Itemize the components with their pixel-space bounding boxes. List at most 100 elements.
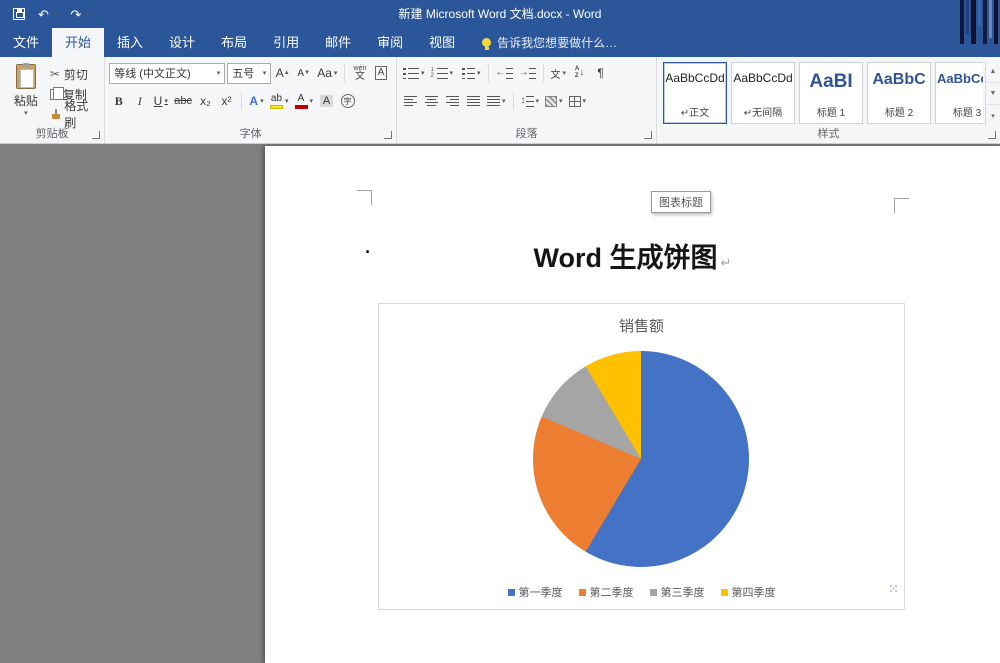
bold-button[interactable]: B [109,91,128,112]
style-no-spacing[interactable]: AaBbCcDd ↵无间隔 [731,62,795,124]
font-size-value: 五号 [232,65,254,81]
chart-legend: 第一季度 第二季度 第三季度 第四季度 [379,584,904,600]
paste-clipboard-icon [16,64,36,89]
document-title: Word 生成饼图↵ [265,236,1000,275]
tab-references[interactable]: 引用 [260,28,312,57]
tab-design[interactable]: 设计 [156,28,208,57]
multilevel-list-button[interactable]: ▾ [457,63,483,84]
align-center-button[interactable] [422,91,441,112]
bullets-icon [403,68,406,79]
character-shading-button[interactable]: A [317,91,336,112]
paste-button[interactable]: 粘贴 ▾ [4,61,48,126]
change-case-button[interactable]: Aa▾ [315,63,339,84]
character-border-button[interactable]: A [371,63,390,84]
styles-gallery-scroll: ▲ ▼ ▾ [985,61,1000,126]
tab-insert[interactable]: 插入 [104,28,156,57]
decrease-indent-button[interactable]: ← [494,63,515,84]
sort-button[interactable]: AZ ↓ [570,63,589,84]
clipboard-dialog-launcher-icon[interactable] [92,131,100,139]
undo-icon[interactable]: ↶ [38,8,49,21]
justify-icon [467,96,480,107]
style-normal[interactable]: AaBbCcDd ↵正文 [663,62,727,124]
styles-scroll-up-icon[interactable]: ▲ [986,61,1000,82]
increase-indent-button[interactable]: → [517,63,538,84]
highlight-color-button[interactable]: ab ▾ [268,91,291,112]
font-size-combo[interactable]: 五号 ▾ [227,63,271,84]
styles-more-icon[interactable]: ▾ [986,104,1000,126]
legend-swatch [650,589,657,596]
font-name-combo[interactable]: 等线 (中文正文) ▾ [109,63,225,84]
qat-customize-icon[interactable]: ▾ [86,10,90,18]
window-title: 新建 Microsoft Word 文档.docx - Word [200,0,800,28]
tab-view[interactable]: 视图 [416,28,468,57]
tab-home[interactable]: 开始 [52,28,104,57]
legend-swatch [508,589,515,596]
underline-button[interactable]: U▾ [151,91,170,112]
tab-layout[interactable]: 布局 [208,28,260,57]
paragraph-dialog-launcher-icon[interactable] [644,131,652,139]
style-heading-1[interactable]: AaBI 标题 1 [799,62,863,124]
redo-icon[interactable]: ↷ [70,8,81,21]
subscript-button[interactable]: x₂ [196,91,215,112]
chart-title-tooltip: 图表标题 [651,191,711,213]
align-left-button[interactable] [401,91,420,112]
font-dialog-launcher-icon[interactable] [384,131,392,139]
shading-button[interactable]: ▾ [543,91,565,112]
tell-me-box[interactable]: 告诉我您想要做什么… [482,28,617,57]
tab-mailings[interactable]: 邮件 [312,28,364,57]
legend-label: 第三季度 [661,584,705,600]
distribute-button[interactable]: ▾ [485,91,508,112]
enclose-characters-button[interactable]: 字 [338,91,357,112]
italic-button[interactable]: I [130,91,149,112]
style-heading-2[interactable]: AaBbC 标题 2 [867,62,931,124]
align-right-button[interactable] [443,91,462,112]
superscript-button[interactable]: x² [217,91,236,112]
styles-dialog-launcher-icon[interactable] [988,131,996,139]
group-styles: AaBbCcDd ↵正文 AaBbCcDd ↵无间隔 AaBI 标题 1 AaB… [657,57,1000,143]
scissors-icon: ✂ [50,67,60,81]
grow-font-button[interactable]: A▲ [273,63,292,84]
format-painter-button[interactable]: 格式刷 [48,105,100,123]
justify-button[interactable] [464,91,483,112]
chart-title: 销售额 [379,315,904,336]
asian-layout-icon: 文 [551,66,561,81]
chart-resize-handle[interactable] [888,583,902,597]
document-page[interactable]: 图表标题 · Word 生成饼图↵ 销售额 第一季度 第二季度 第三季度 [265,146,1000,663]
styles-scroll-down-icon[interactable]: ▼ [986,82,1000,104]
distribute-icon [487,96,500,107]
strikethrough-button[interactable]: abc [172,91,194,112]
align-center-icon [425,96,438,107]
paste-dropdown-icon[interactable]: ▾ [24,109,28,117]
tab-review[interactable]: 审阅 [364,28,416,57]
phonetic-guide-button[interactable]: wén 文 [350,63,369,84]
bullets-button[interactable]: ▾ [401,63,427,84]
font-color-button[interactable]: A ▾ [293,91,316,112]
phonetic-guide-icon: wén 文 [354,65,367,82]
cut-button[interactable]: ✂ 剪切 [48,65,100,83]
legend-swatch [579,589,586,596]
asian-layout-button[interactable]: 文▾ [549,63,569,84]
ribbon-tab-row: 文件 开始 插入 设计 布局 引用 邮件 审阅 视图 告诉我您想要做什么… [0,28,1000,57]
line-spacing-button[interactable]: ↕▾ [519,91,542,112]
multilevel-list-icon [462,68,465,79]
undo-dropdown-icon[interactable]: ▾ [54,10,58,18]
font-color-icon: A [295,94,308,109]
shading-icon [545,96,557,107]
style-heading-3[interactable]: AaBbCcD 标题 3 [935,62,983,124]
pie-chart-object[interactable]: 销售额 第一季度 第二季度 第三季度 第四季度 [378,303,905,610]
show-hide-marks-button[interactable]: ¶ [591,63,610,84]
legend-item: 第四季度 [721,584,776,600]
save-icon[interactable] [13,8,25,20]
text-effects-button[interactable]: A▾ [247,91,266,112]
decorative-bars [960,0,998,46]
shrink-font-button[interactable]: A▼ [294,63,313,84]
ribbon: 粘贴 ▾ ✂ 剪切 复制 格式刷 剪贴板 等线 (中文正文) ▾ [0,57,1000,144]
numbering-button[interactable]: 1 2 3▾ [429,63,456,84]
pie-chart[interactable] [533,351,749,567]
borders-icon [569,96,581,107]
group-font: 等线 (中文正文) ▾ 五号 ▾ A▲ A▼ Aa▾ wén 文 A B I U… [105,57,397,143]
quick-access-toolbar: ↶ ▾ ↷ ▾ [0,8,90,21]
tab-file[interactable]: 文件 [0,28,52,57]
borders-button[interactable]: ▾ [567,91,589,112]
legend-item: 第二季度 [579,584,634,600]
